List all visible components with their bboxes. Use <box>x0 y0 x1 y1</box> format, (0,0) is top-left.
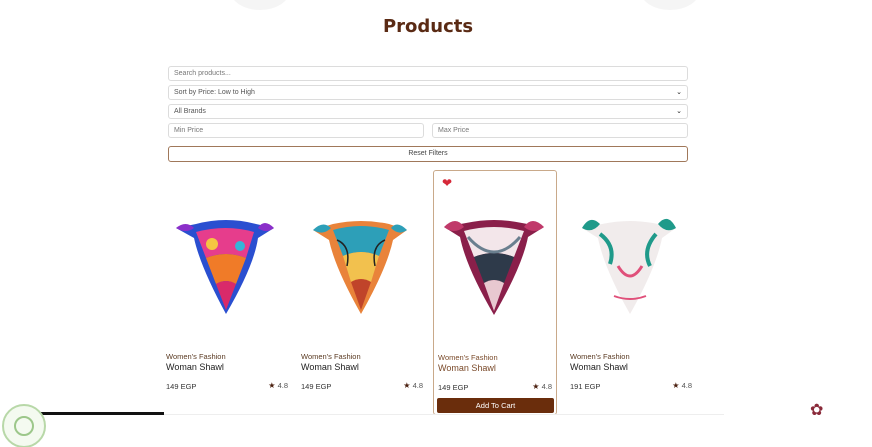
star-icon: ★ <box>403 381 411 390</box>
max-price-input[interactable]: Max Price <box>432 123 688 138</box>
product-category: Women's Fashion <box>301 352 361 361</box>
product-name[interactable]: Woman Shawl <box>301 362 359 372</box>
chevron-down-icon: ⌄ <box>676 89 682 96</box>
product-card[interactable]: Women's Fashion Woman Shawl 149 EGP ★ 4.… <box>301 170 425 415</box>
product-name[interactable]: Woman Shawl <box>570 362 628 372</box>
product-price: 149 EGP <box>438 383 469 392</box>
product-category: Women's Fashion <box>438 353 498 362</box>
star-icon: ★ <box>532 382 540 391</box>
product-price: 149 EGP <box>166 382 197 391</box>
star-icon: ★ <box>268 381 276 390</box>
rating-value: 4.8 <box>681 381 692 390</box>
page-title: Products <box>382 16 474 37</box>
product-image[interactable] <box>301 206 421 318</box>
filter-panel: Search products... Sort by Price: Low to… <box>168 66 688 162</box>
flower-icon: ✿ <box>810 402 824 419</box>
product-rating: ★ 4.8 <box>268 381 288 390</box>
product-card[interactable]: ❤ Women's Fashion Woman Shawl 149 EGP ★ … <box>433 170 557 415</box>
heart-icon[interactable]: ❤ <box>442 177 452 189</box>
search-input[interactable]: Search products... <box>168 66 688 81</box>
product-card[interactable]: Women's Fashion Woman Shawl 191 EGP ★ 4.… <box>570 170 694 415</box>
product-name[interactable]: Woman Shawl <box>438 363 496 373</box>
product-image[interactable] <box>166 206 286 318</box>
divider <box>164 414 724 415</box>
sort-select[interactable]: Sort by Price: Low to High ⌄ <box>168 85 688 100</box>
background-decoration <box>640 0 700 10</box>
rating-value: 4.8 <box>412 381 423 390</box>
price-range: Min Price Max Price <box>168 123 688 138</box>
product-image[interactable] <box>434 207 554 319</box>
chevron-down-icon: ⌄ <box>676 108 682 115</box>
sort-select-value: Sort by Price: Low to High <box>174 89 255 96</box>
product-card[interactable]: Women's Fashion Woman Shawl 149 EGP ★ 4.… <box>166 170 290 415</box>
add-to-cart-button[interactable]: Add To Cart <box>437 398 554 413</box>
product-name[interactable]: Woman Shawl <box>166 362 224 372</box>
app-logo <box>2 404 46 447</box>
product-rating: ★ 4.8 <box>672 381 692 390</box>
product-price: 149 EGP <box>301 382 332 391</box>
reset-filters-button[interactable]: Reset Filters <box>168 146 688 162</box>
rating-value: 4.8 <box>277 381 288 390</box>
brand-select[interactable]: All Brands ⌄ <box>168 104 688 119</box>
background-decoration <box>230 0 290 10</box>
star-icon: ★ <box>672 381 680 390</box>
product-image[interactable] <box>570 206 690 318</box>
product-category: Women's Fashion <box>166 352 226 361</box>
video-progress-bar[interactable] <box>30 412 164 415</box>
product-rating: ★ 4.8 <box>403 381 423 390</box>
brand-select-value: All Brands <box>174 108 206 115</box>
product-rating: ★ 4.8 <box>532 382 552 391</box>
min-price-input[interactable]: Min Price <box>168 123 424 138</box>
product-category: Women's Fashion <box>570 352 630 361</box>
product-price: 191 EGP <box>570 382 601 391</box>
rating-value: 4.8 <box>541 382 552 391</box>
